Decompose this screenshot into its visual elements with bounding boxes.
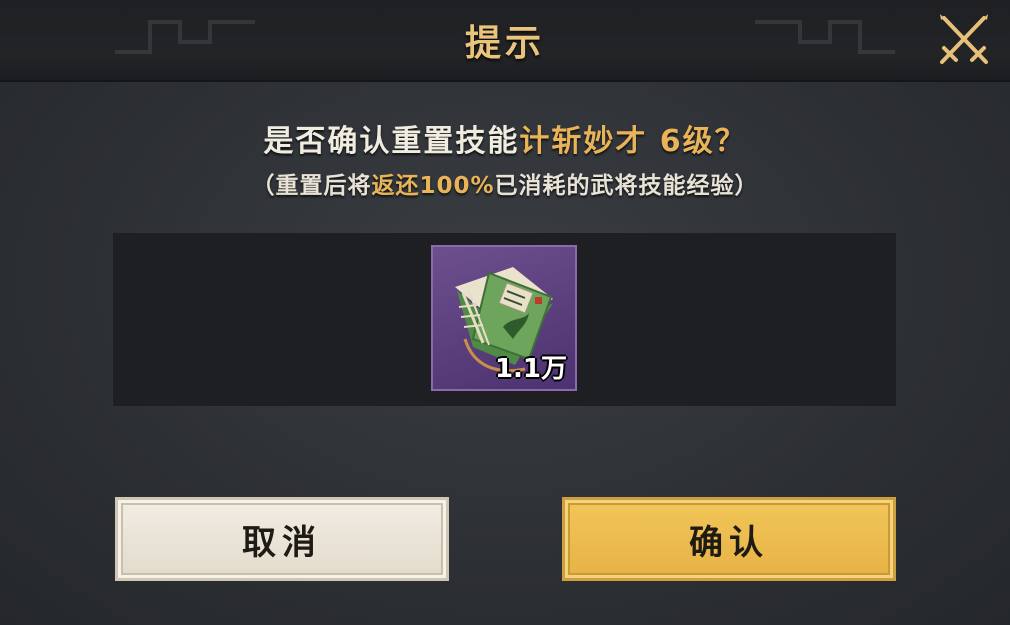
reward-item-slot[interactable]: 1.1万	[431, 245, 577, 391]
confirm-button-label: 确认	[689, 522, 769, 563]
refund-note: （重置后将返还100%已消耗的武将技能经验）	[0, 166, 1010, 200]
skill-level: 6级？	[647, 124, 747, 159]
confirm-button[interactable]: 确认	[562, 497, 896, 581]
message-prefix: 是否确认重置技能	[263, 124, 520, 159]
note-before: 重置后将	[275, 173, 372, 199]
reward-item-count: 1.1万	[494, 354, 567, 384]
dialog-title: 提示	[464, 23, 545, 64]
note-refund-percent: 返还100%	[371, 173, 495, 199]
cancel-button-label: 取消	[242, 522, 322, 563]
reset-skill-dialog: 提示 是否确认重置技能计斩妙才 6级？ （重置后将返还100%已消耗的武将技能经…	[0, 0, 1010, 625]
reward-panel: 1.1万	[113, 233, 896, 406]
close-button[interactable]	[934, 12, 994, 68]
note-close-paren: ）	[734, 173, 759, 199]
skill-name: 计斩妙才	[519, 124, 648, 159]
dialog-header: 提示	[0, 0, 1010, 82]
confirm-message: 是否确认重置技能计斩妙才 6级？	[0, 116, 1010, 160]
note-after: 已消耗的武将技能经验	[494, 173, 735, 199]
note-open-paren: （	[251, 173, 276, 199]
cancel-button[interactable]: 取消	[115, 497, 449, 581]
crossed-swords-close-icon	[940, 14, 988, 64]
